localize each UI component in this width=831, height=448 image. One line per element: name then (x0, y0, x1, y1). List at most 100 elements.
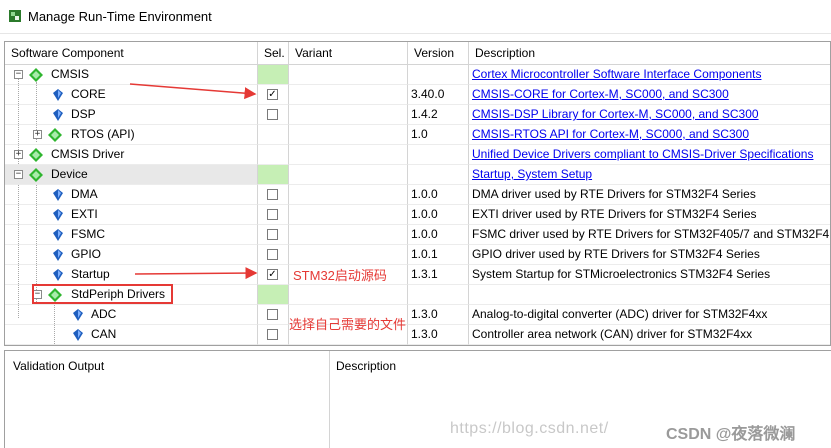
variant-cell (289, 65, 408, 85)
tree-row-rtos-api[interactable]: + RTOS (API) 1.0 CMSIS-RTOS API for Cort… (5, 125, 830, 145)
select-checkbox[interactable]: ✓ (267, 269, 278, 280)
component-name: EXTI (71, 207, 98, 221)
description-text: Analog-to-digital converter (ADC) driver… (469, 305, 830, 325)
sel-cell (258, 165, 289, 185)
variant-cell (289, 145, 408, 165)
annotation-startup-note: STM32启动源码 (293, 268, 387, 283)
version-cell (408, 145, 469, 165)
version-cell: 1.0.0 (408, 225, 469, 245)
tree-row-dma[interactable]: DMA 1.0.0 DMA driver used by RTE Drivers… (5, 185, 830, 205)
select-checkbox[interactable] (267, 189, 278, 200)
description-link[interactable]: CMSIS-CORE for Cortex-M, SC000, and SC30… (472, 87, 729, 101)
sel-cell (258, 145, 289, 165)
description-text: EXTI driver used by RTE Drivers for STM3… (469, 205, 830, 225)
header-sel[interactable]: Sel. (258, 42, 289, 65)
select-checkbox[interactable] (267, 229, 278, 240)
sel-cell (258, 125, 289, 145)
blue-gem-icon (73, 309, 83, 321)
version-cell: 1.0.0 (408, 205, 469, 225)
sel-cell (258, 65, 289, 85)
tree-row-gpio[interactable]: GPIO 1.0.1 GPIO driver used by RTE Drive… (5, 245, 830, 265)
variant-cell (289, 125, 408, 145)
version-cell: 1.0.1 (408, 245, 469, 265)
version-cell: 3.40.0 (408, 85, 469, 105)
collapse-icon[interactable]: − (14, 70, 23, 79)
tree-row-core[interactable]: CORE ✓ 3.40.0 CMSIS-CORE for Cortex-M, S… (5, 85, 830, 105)
blue-gem-icon (53, 209, 63, 221)
blue-gem-icon (53, 189, 63, 201)
validation-output-header: Validation Output (13, 359, 105, 373)
description-link[interactable]: Cortex Microcontroller Software Interfac… (472, 67, 761, 81)
title-bar: Manage Run-Time Environment (0, 0, 831, 34)
header-description[interactable]: Description (469, 42, 830, 65)
version-cell: 1.0 (408, 125, 469, 145)
component-name: ADC (91, 307, 117, 321)
green-diamond-icon (29, 148, 43, 162)
description-text (469, 285, 830, 305)
version-cell: 1.3.0 (408, 305, 469, 325)
version-cell: 1.3.0 (408, 325, 469, 345)
blue-gem-icon (53, 269, 63, 281)
select-checkbox[interactable] (267, 329, 278, 340)
version-cell: 1.3.1 (408, 265, 469, 285)
tree-row-startup[interactable]: Startup ✓ 1.3.1 System Startup for STMic… (5, 265, 830, 285)
url-watermark: https://blog.csdn.net/ (450, 420, 609, 437)
header-version[interactable]: Version (408, 42, 469, 65)
component-name: CORE (71, 87, 106, 101)
version-cell: 1.4.2 (408, 105, 469, 125)
variant-cell (289, 185, 408, 205)
tree-row-adc[interactable]: ADC 1.3.0 Analog-to-digital converter (A… (5, 305, 830, 325)
component-name: GPIO (71, 247, 102, 261)
variant-cell (289, 85, 408, 105)
description-link[interactable]: Startup, System Setup (472, 167, 592, 181)
component-name: Startup (71, 267, 110, 281)
blue-gem-icon (53, 249, 63, 261)
description-link[interactable]: Unified Device Drivers compliant to CMSI… (472, 147, 813, 161)
csdn-watermark: CSDN @夜落微澜 (666, 426, 796, 443)
validation-description-header: Description (336, 359, 397, 373)
component-name: FSMC (71, 227, 105, 241)
expand-icon[interactable]: + (33, 130, 42, 139)
description-text: DMA driver used by RTE Drivers for STM32… (469, 185, 830, 205)
component-name: CMSIS (51, 67, 90, 81)
version-cell (408, 65, 469, 85)
window-title: Manage Run-Time Environment (28, 9, 212, 24)
tree-row-cmsis[interactable]: − CMSIS Cortex Microcontroller Software … (5, 65, 830, 85)
select-checkbox[interactable] (267, 209, 278, 220)
version-cell (408, 285, 469, 305)
tree-row-cmsis-driver[interactable]: + CMSIS Driver Unified Device Drivers co… (5, 145, 830, 165)
description-link[interactable]: CMSIS-DSP Library for Cortex-M, SC000, a… (472, 107, 759, 121)
variant-cell (289, 245, 408, 265)
rte-manager-icon (9, 10, 21, 22)
expand-icon[interactable]: + (14, 150, 23, 159)
component-name: DMA (71, 187, 98, 201)
variant-cell (289, 165, 408, 185)
select-checkbox[interactable] (267, 249, 278, 260)
collapse-icon[interactable]: − (14, 170, 23, 179)
variant-cell (289, 285, 408, 305)
blue-gem-icon (53, 109, 63, 121)
component-name: CAN (91, 327, 117, 341)
component-name: RTOS (API) (71, 127, 135, 141)
select-checkbox[interactable] (267, 309, 278, 320)
green-diamond-icon (29, 168, 43, 182)
select-checkbox[interactable]: ✓ (267, 89, 278, 100)
description-text: Controller area network (CAN) driver for… (469, 325, 830, 345)
variant-cell (289, 205, 408, 225)
header-software-component[interactable]: Software Component (5, 42, 258, 65)
grid-header: Software Component Sel. Variant Version … (5, 42, 830, 65)
description-text: System Startup for STMicroelectronics ST… (469, 265, 830, 285)
tree-row-exti[interactable]: EXTI 1.0.0 EXTI driver used by RTE Drive… (5, 205, 830, 225)
variant-cell (289, 225, 408, 245)
tree-row-can[interactable]: CAN 1.3.0 Controller area network (CAN) … (5, 325, 830, 345)
tree-row-fsmc[interactable]: FSMC 1.0.0 FSMC driver used by RTE Drive… (5, 225, 830, 245)
tree-row-device[interactable]: − Device Startup, System Setup (5, 165, 830, 185)
select-checkbox[interactable] (267, 109, 278, 120)
tree-row-dsp[interactable]: DSP 1.4.2 CMSIS-DSP Library for Cortex-M… (5, 105, 830, 125)
header-variant[interactable]: Variant (289, 42, 408, 65)
description-link[interactable]: CMSIS-RTOS API for Cortex-M, SC000, and … (472, 127, 749, 141)
component-name: Device (51, 167, 88, 181)
green-diamond-icon (48, 128, 62, 142)
blue-gem-icon (73, 329, 83, 341)
description-text: FSMC driver used by RTE Drivers for STM3… (469, 225, 830, 245)
